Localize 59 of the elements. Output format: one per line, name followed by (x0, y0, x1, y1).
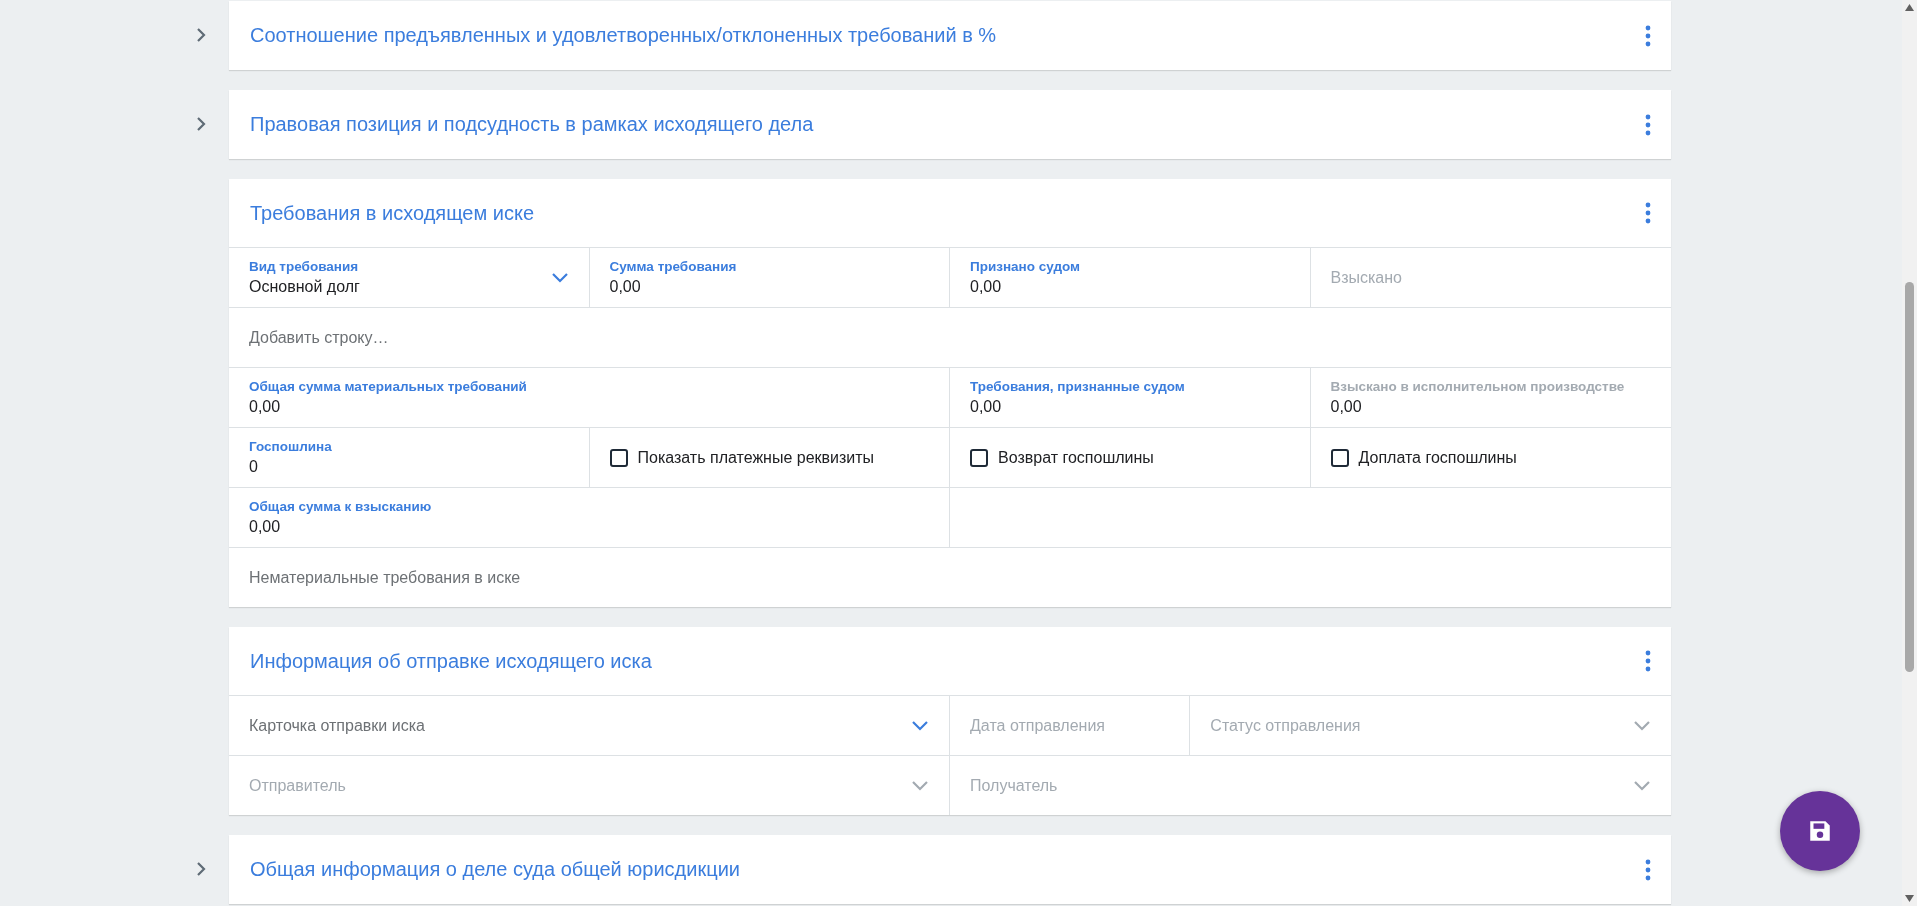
field-value: 0,00 (249, 517, 282, 536)
checkbox[interactable] (1330, 448, 1349, 467)
field-value: 0,00 (1330, 397, 1363, 416)
section-title[interactable]: Информация об отправке исходящего иска (250, 649, 652, 673)
section-title[interactable]: Правовая позиция и подсудность в рамках исходящего дела (250, 113, 814, 136)
field-value: 0,00 (249, 397, 282, 416)
field-label: Вид требования (249, 259, 360, 275)
field-placeholder: Отправитель (249, 776, 347, 795)
section-title[interactable]: Соотношение предъявленных и удовлетворенных/отклоненных требований в % (250, 24, 997, 47)
chevron-down-icon[interactable] (1633, 719, 1651, 732)
field-label: Признано судом (970, 259, 1082, 275)
input-field[interactable]: Общая сумма к взысканию 0,00 (229, 488, 950, 547)
save-button[interactable] (1780, 791, 1860, 871)
more-menu-icon[interactable] (1645, 113, 1651, 136)
checkbox[interactable] (970, 448, 988, 467)
input-field[interactable]: Общая сумма материальных требований 0,00 (229, 368, 950, 427)
field-placeholder: Дата отправления (970, 716, 1106, 735)
scroll-up-arrow-icon[interactable] (1905, 4, 1914, 11)
field-value: 0 (249, 457, 259, 476)
more-menu-icon[interactable] (1645, 650, 1651, 672)
input-field[interactable]: Госпошлина 0 (229, 428, 590, 487)
field-value: 0,00 (609, 277, 642, 296)
input-field[interactable]: Нематериальные требования в иске (229, 548, 1671, 607)
input-field[interactable]: Требования, признанные судом 0,00 (950, 368, 1311, 427)
field-label: Взыскано в исполнительном производстве (1330, 379, 1626, 395)
chevron-down-icon[interactable] (1633, 779, 1651, 792)
field-label: Общая сумма материальных требований (249, 379, 528, 395)
checkbox[interactable] (609, 448, 628, 467)
checkbox-label: Доплата госпошлины (1358, 448, 1517, 467)
chevron-down-icon[interactable] (911, 719, 929, 732)
field-value: Основной долг (249, 277, 361, 296)
dropdown-field[interactable]: Вид требования Основной долг (229, 248, 590, 307)
field-placeholder: Добавить строку… (249, 328, 390, 347)
field-placeholder: Взыскано (1330, 268, 1403, 287)
dropdown-field[interactable]: Карточка отправки иска (229, 696, 950, 755)
field-label: Требования, признанные судом (970, 379, 1186, 395)
checkbox-label: Возврат госпошлины (998, 448, 1154, 467)
scrollbar[interactable] (1902, 0, 1917, 906)
more-menu-icon[interactable] (1645, 858, 1651, 881)
chevron-down-icon[interactable] (911, 779, 929, 792)
more-menu-icon[interactable] (1645, 202, 1651, 224)
field-placeholder: Нематериальные требования в иске (249, 568, 522, 587)
more-menu-icon[interactable] (1645, 24, 1651, 47)
section-title[interactable]: Общая информация о деле суда общей юрисдикции (250, 858, 740, 881)
checkbox-label: Показать платежные реквизиты (637, 448, 875, 467)
field-value: 0,00 (970, 277, 1003, 296)
section-title[interactable]: Требования в исходящем иске (250, 201, 535, 225)
scroll-down-arrow-icon[interactable] (1905, 895, 1914, 902)
field-placeholder: Карточка отправки иска (249, 716, 426, 735)
field-label: Сумма требования (609, 259, 738, 275)
input-field[interactable]: Добавить строку… (229, 308, 1671, 367)
field-placeholder: Получатель (970, 776, 1059, 795)
chevron-down-icon[interactable] (550, 271, 569, 284)
field-label: Общая сумма к взысканию (249, 499, 433, 515)
field-label: Госпошлина (249, 439, 333, 455)
field-value: 0,00 (970, 397, 1003, 416)
input-field[interactable]: Сумма требования 0,00 (589, 248, 950, 307)
input-field[interactable]: Признано судом 0,00 (950, 248, 1311, 307)
field-placeholder: Статус отправления (1210, 716, 1362, 735)
